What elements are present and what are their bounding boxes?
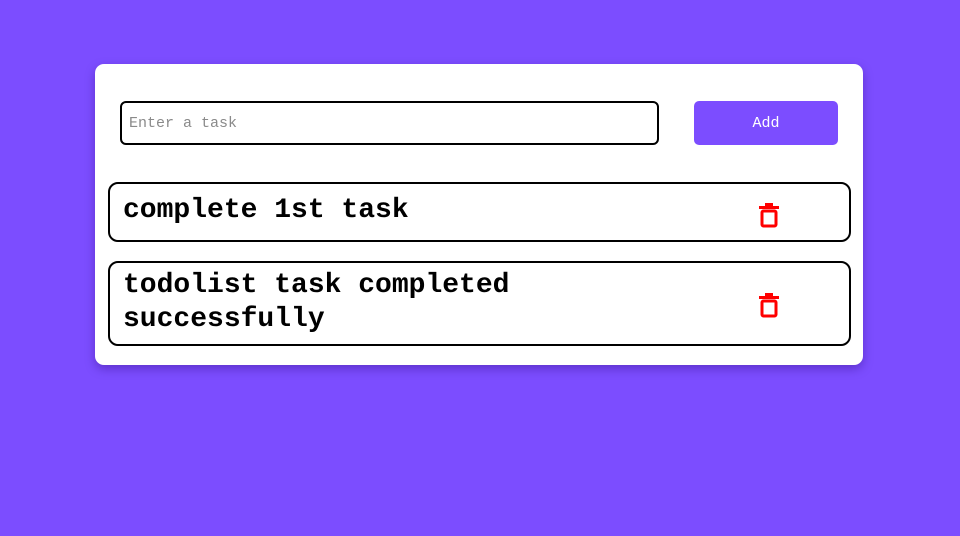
- task-item: complete 1st task: [108, 182, 851, 242]
- trash-icon: [759, 203, 779, 228]
- task-list: complete 1st task todolist task complete…: [108, 182, 851, 365]
- todo-card: Add complete 1st task todolist task comp…: [95, 64, 863, 365]
- task-input[interactable]: [120, 101, 659, 145]
- task-text: todolist task completed successfully: [123, 270, 510, 335]
- task-item: todolist task completed successfully: [108, 261, 851, 346]
- delete-task-button[interactable]: [758, 202, 780, 228]
- delete-task-button[interactable]: [758, 292, 780, 318]
- trash-icon: [759, 293, 779, 318]
- task-text: complete 1st task: [123, 195, 409, 226]
- add-task-button[interactable]: Add: [694, 101, 838, 145]
